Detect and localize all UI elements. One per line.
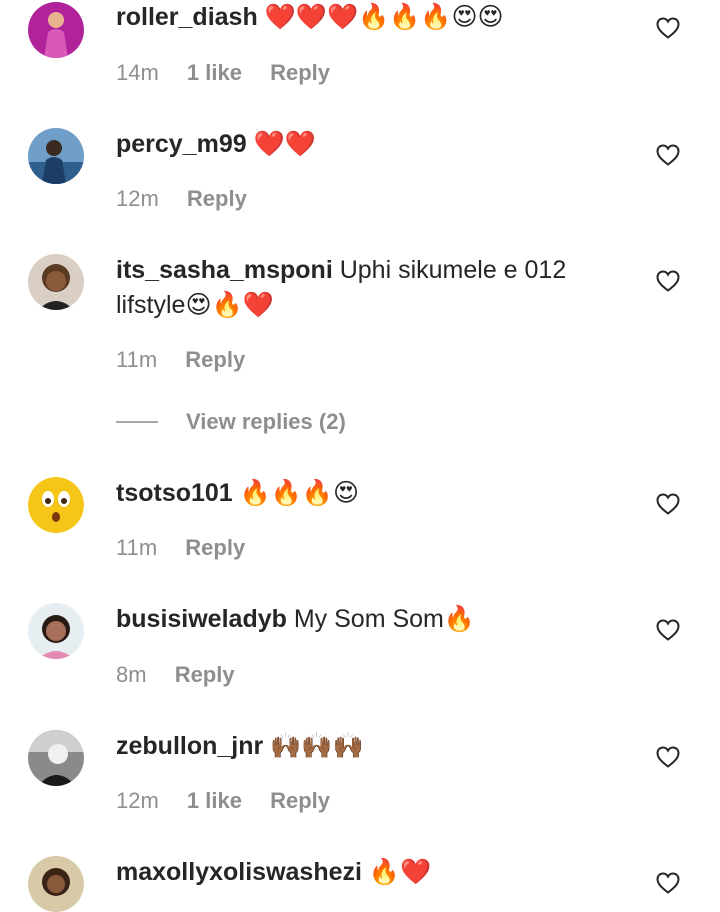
avatar[interactable]	[28, 477, 84, 533]
comment-time: 12m	[116, 788, 159, 813]
comment-emoji: 🔥🔥🔥😍	[239, 478, 360, 507]
comment-emoji: 😍🔥❤️	[185, 290, 274, 319]
view-replies-button[interactable]: View replies (2)	[116, 407, 346, 437]
comment-likes[interactable]: 1 like	[187, 788, 242, 813]
comment-emoji: ❤️❤️	[253, 129, 316, 158]
reply-button[interactable]: Reply	[185, 347, 245, 372]
comment-time: 8m	[116, 662, 147, 687]
comment-username[interactable]: busisiweladyb	[116, 605, 287, 633]
heart-outline-icon[interactable]	[656, 619, 680, 641]
view-replies-label[interactable]: View replies (2)	[186, 409, 346, 435]
comment-username[interactable]: percy_m99	[116, 130, 247, 158]
heart-outline-icon[interactable]	[656, 493, 680, 515]
reply-button[interactable]: Reply	[185, 535, 245, 560]
reply-button[interactable]: Reply	[175, 662, 235, 687]
comment-time: 12m	[116, 186, 159, 211]
reply-button[interactable]: Reply	[187, 186, 247, 211]
avatar[interactable]	[28, 856, 84, 912]
comment-emoji: 🔥❤️	[368, 857, 432, 886]
heart-outline-icon[interactable]	[656, 144, 680, 166]
heart-outline-icon[interactable]	[656, 872, 680, 894]
comment-time: 14m	[116, 60, 159, 85]
avatar[interactable]	[28, 128, 84, 184]
comment-username[interactable]: its_sasha_msponi	[116, 256, 333, 284]
reply-button[interactable]: Reply	[270, 788, 330, 813]
comment-likes[interactable]: 1 like	[187, 60, 242, 85]
avatar[interactable]	[28, 254, 84, 310]
comment-time: 11m	[116, 535, 158, 560]
comment-username[interactable]: roller_diash	[116, 3, 258, 31]
comment-emoji: ❤️❤️❤️🔥🔥🔥😍😍	[264, 2, 504, 31]
comment-text: My Som Som	[293, 605, 444, 633]
comment-emoji: 🙌🏾🙌🏾🙌🏾	[270, 731, 364, 760]
comment-username[interactable]: maxollyxoliswashezi	[116, 858, 362, 886]
avatar[interactable]	[28, 603, 84, 659]
comment-username[interactable]: tsotso101	[116, 479, 233, 507]
avatar[interactable]	[28, 2, 84, 58]
comment-time: 11m	[116, 347, 158, 372]
heart-outline-icon[interactable]	[656, 17, 680, 39]
reply-button[interactable]: Reply	[270, 60, 330, 85]
replies-divider	[116, 421, 158, 423]
heart-outline-icon[interactable]	[656, 270, 680, 292]
avatar[interactable]	[28, 730, 84, 786]
comment-username[interactable]: zebullon_jnr	[116, 732, 263, 760]
comment-emoji: 🔥	[443, 604, 476, 633]
heart-outline-icon[interactable]	[656, 746, 680, 768]
